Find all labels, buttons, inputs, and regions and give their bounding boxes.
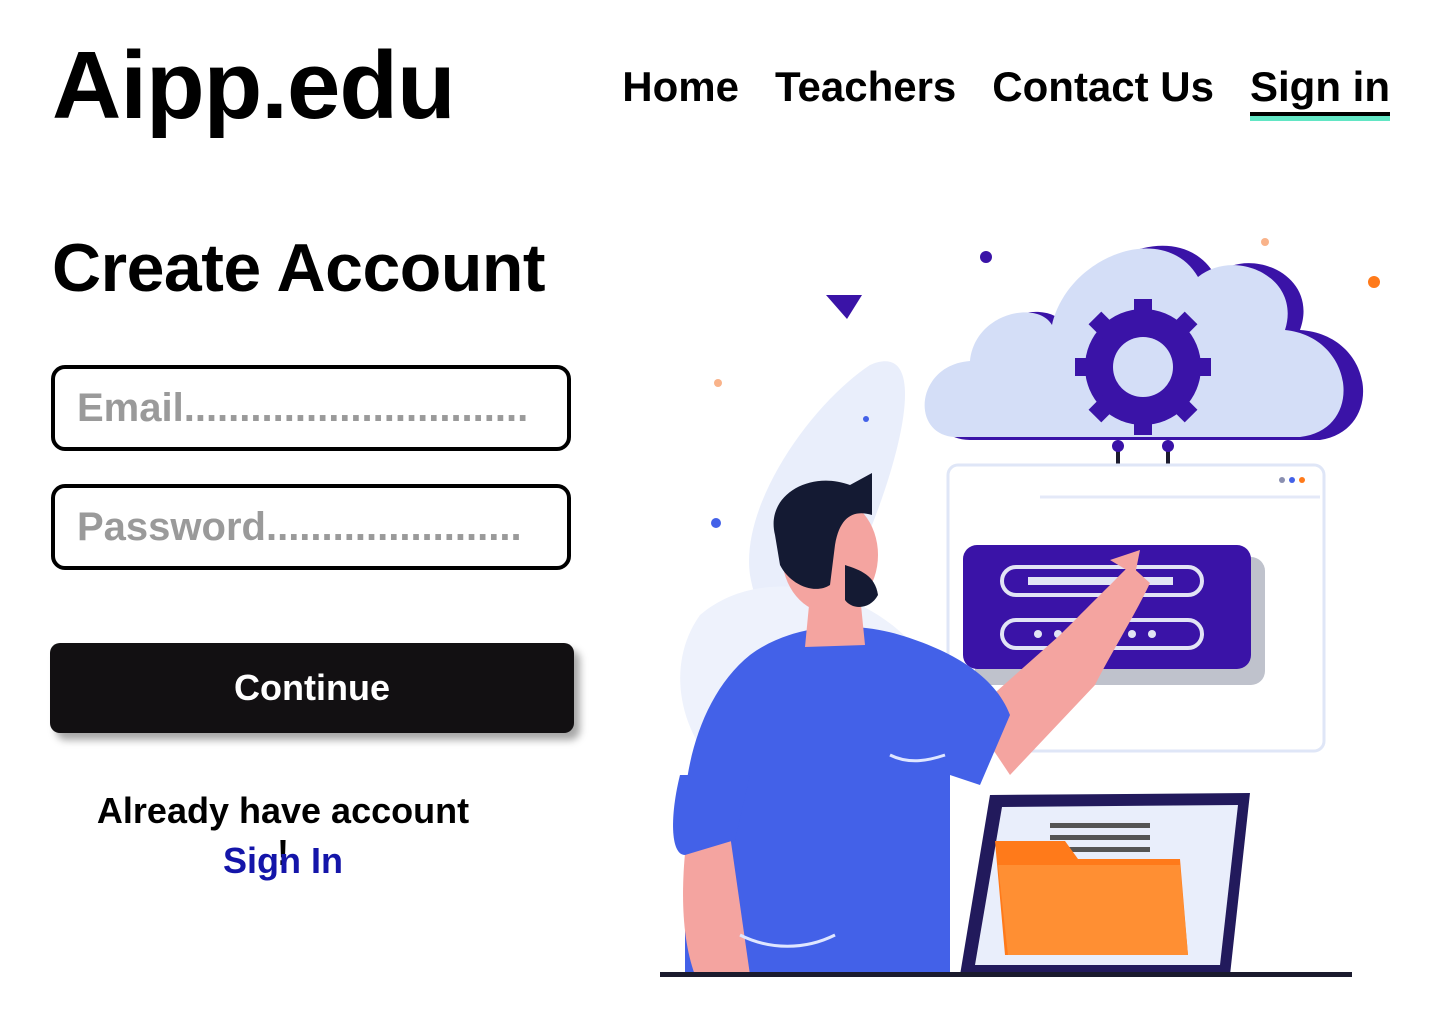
continue-button[interactable]: Continue <box>50 643 574 733</box>
sign-in-link[interactable]: Sign In <box>88 840 478 882</box>
login-illustration <box>660 238 1380 977</box>
ground-line <box>660 972 1352 977</box>
brand-logo[interactable]: Aipp.edu <box>52 38 456 134</box>
nav-home[interactable]: Home <box>622 66 739 116</box>
email-field[interactable] <box>51 365 571 451</box>
nav-sign-in[interactable]: Sign in <box>1250 66 1390 121</box>
nav-teachers[interactable]: Teachers <box>775 66 956 116</box>
page-title: Create Account <box>52 230 546 306</box>
password-field[interactable] <box>51 484 571 570</box>
nav-contact-us[interactable]: Contact Us <box>992 66 1214 116</box>
top-nav: Home Teachers Contact Us Sign in <box>622 66 1390 121</box>
